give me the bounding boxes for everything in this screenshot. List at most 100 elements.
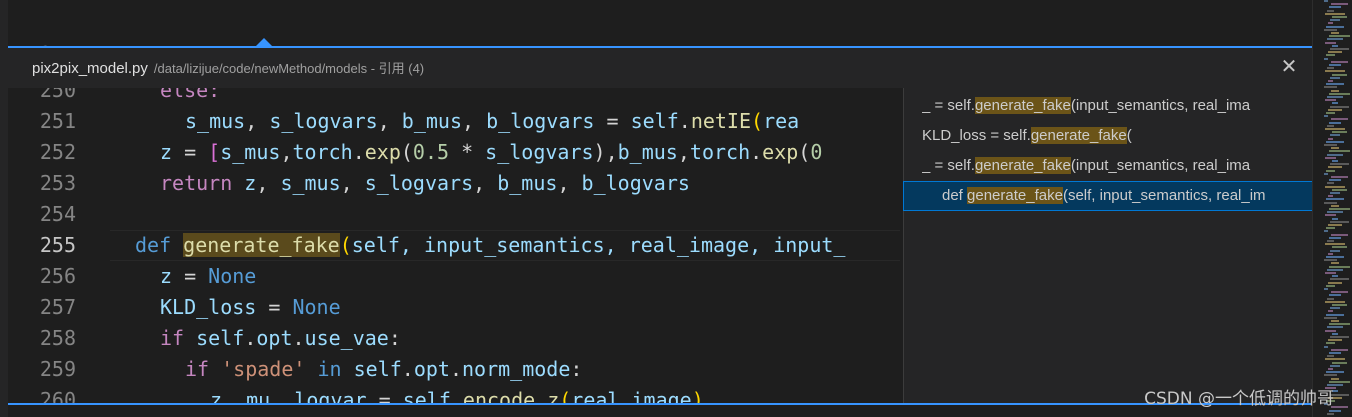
- minimap-line: [1330, 364, 1340, 367]
- code-token: s_logvars: [364, 171, 474, 195]
- minimap-line: [1332, 246, 1347, 249]
- minimap-line: [1325, 329, 1336, 332]
- minimap-line: [1327, 297, 1334, 300]
- minimap-line: [1331, 176, 1348, 178]
- minimap-line: [1327, 124, 1334, 127]
- code-token: self: [402, 388, 451, 403]
- minimap-line: [1324, 115, 1328, 118]
- code-token: ): [593, 140, 606, 164]
- code-text[interactable]: KLD_loss = None: [160, 292, 341, 323]
- code-token: =: [594, 109, 631, 133]
- line-number: 256: [39, 264, 76, 288]
- minimap-line: [1331, 233, 1348, 236]
- reference-prefix: KLD_loss = self.: [922, 127, 1031, 144]
- code-token: rea: [763, 109, 800, 133]
- code-text[interactable]: else:: [160, 88, 220, 106]
- minimap-line: [1328, 80, 1333, 82]
- peek-line-258[interactable]: 258 if self.opt.use_vae:: [8, 323, 903, 354]
- peek-line-255[interactable]: 255 def generate_fake(self, input_semanti…: [8, 230, 903, 261]
- code-token: (: [798, 140, 811, 164]
- code-text[interactable]: if self.opt.use_vae:: [160, 323, 401, 354]
- minimap-line: [1326, 198, 1344, 201]
- minimap-line: [1329, 35, 1350, 38]
- code-token: def: [135, 233, 172, 257]
- peek-title[interactable]: pix2pix_model.py/data/lizijue/code/newMe…: [32, 58, 424, 77]
- code-token: =: [172, 140, 209, 164]
- code-token: self, input_semantics, real_image, input…: [351, 233, 846, 257]
- code-token: ): [691, 388, 704, 403]
- peek-line-251[interactable]: 251 s_mus, s_logvars, b_mus, b_logvars = …: [8, 106, 903, 137]
- code-token: ,: [605, 140, 618, 164]
- reference-item[interactable]: _ = self.generate_fake(input_semantics, …: [922, 92, 1313, 120]
- peek-line-259[interactable]: 259 if 'spade' in self.opt.norm_mode:: [8, 354, 903, 385]
- code-token: None: [292, 295, 341, 319]
- code-text[interactable]: z, mu, logvar = self.encode_z(real_image…: [210, 385, 704, 403]
- peek-editor[interactable]: 250 else: 251 s_mus, s_logvars, b_mus, b_lo…: [8, 88, 903, 403]
- minimap-line: [1325, 272, 1336, 274]
- code-token: torch: [689, 140, 751, 164]
- minimap-line: [1325, 185, 1345, 188]
- code-text[interactable]: if 'spade' in self.opt.norm_mode:: [185, 354, 582, 385]
- reference-item[interactable]: _ = self.generate_fake(input_semantics, …: [922, 152, 1313, 180]
- code-token: :: [388, 326, 401, 350]
- code-text[interactable]: z = [s_mus,torch.exp(0.5 * s_logvars),b_…: [160, 137, 822, 168]
- reference-item[interactable]: KLD_loss = self.generate_fake(: [922, 122, 1313, 150]
- minimap-line: [1330, 278, 1349, 281]
- minimap-line: [1325, 41, 1336, 44]
- minimap-line: [1325, 214, 1336, 217]
- reference-prefix: def: [942, 187, 968, 204]
- peek-line-260[interactable]: 260 z, mu, logvar = self.encode_z(real_im…: [8, 385, 903, 403]
- minimap-line: [1324, 288, 1328, 290]
- reference-match: generate_fake: [974, 157, 1071, 174]
- minimap-line: [1325, 300, 1345, 303]
- minimap-line: [1329, 265, 1350, 268]
- minimap-line: [1331, 118, 1348, 121]
- peek-line-257[interactable]: 257 KLD_loss = None: [8, 292, 903, 323]
- code-token: logvar: [294, 388, 367, 403]
- minimap-line: [1327, 211, 1343, 214]
- code-token: if: [160, 326, 185, 350]
- minimap-line: [1327, 96, 1343, 98]
- code-text[interactable]: s_mus, s_logvars, b_mus, b_logvars = sel…: [185, 106, 799, 137]
- code-token: :: [570, 357, 583, 381]
- peek-line-250[interactable]: 250 else:: [8, 88, 903, 106]
- minimap-line: [1324, 0, 1328, 2]
- minimap-line: [1327, 153, 1343, 156]
- code-token: ,: [677, 140, 690, 164]
- minimap[interactable]: [1322, 0, 1352, 417]
- peek-line-256[interactable]: 256 z = None: [8, 261, 903, 292]
- minimap-line: [1331, 291, 1348, 294]
- peek-header: pix2pix_model.py/data/lizijue/code/newMe…: [8, 48, 1312, 88]
- minimap-line: [1327, 412, 1334, 415]
- minimap-line: [1329, 236, 1341, 239]
- peek-border-bottom: [8, 403, 1312, 405]
- minimap-line: [1330, 336, 1349, 338]
- editor-line-255[interactable]: 255 def generate_fake(self, input_semant…: [0, 8, 1322, 97]
- minimap-line: [1329, 380, 1350, 383]
- minimap-line: [1326, 54, 1335, 57]
- code-token: [: [208, 140, 221, 164]
- peek-line-254[interactable]: 254: [8, 199, 903, 230]
- reference-item[interactable]: def generate_fake(self, input_semantics,…: [903, 181, 1314, 211]
- code-text[interactable]: z = None: [160, 261, 256, 292]
- peek-line-252[interactable]: 252 z = [s_mus,torch.exp(0.5 * s_logvars)…: [8, 137, 903, 168]
- minimap-line: [1329, 92, 1350, 95]
- peek-file-name[interactable]: pix2pix_model.py: [32, 60, 148, 77]
- minimap-line: [1330, 134, 1340, 137]
- peek-references-list[interactable]: _ = self.generate_fake(input_semantics, …: [903, 88, 1314, 403]
- code-token: b_logvars: [486, 109, 595, 133]
- minimap-line: [1324, 172, 1328, 175]
- minimap-line: [1325, 128, 1345, 130]
- minimap-line: [1329, 294, 1341, 297]
- minimap-line: [1328, 166, 1342, 169]
- code-text[interactable]: def generate_fake(self, input_semantics,…: [135, 230, 845, 261]
- line-number: 251: [39, 109, 76, 133]
- code-token: ,: [557, 171, 582, 195]
- minimap-line: [1329, 323, 1350, 326]
- minimap-line: [1327, 9, 1334, 12]
- close-icon[interactable]: ✕: [1276, 54, 1302, 78]
- code-text[interactable]: return z, s_mus, s_logvars, b_mus, b_log…: [160, 168, 690, 199]
- peek-line-253[interactable]: 253 return z, s_mus, s_logvars, b_mus, b_…: [8, 168, 903, 199]
- minimap-line: [1325, 12, 1345, 15]
